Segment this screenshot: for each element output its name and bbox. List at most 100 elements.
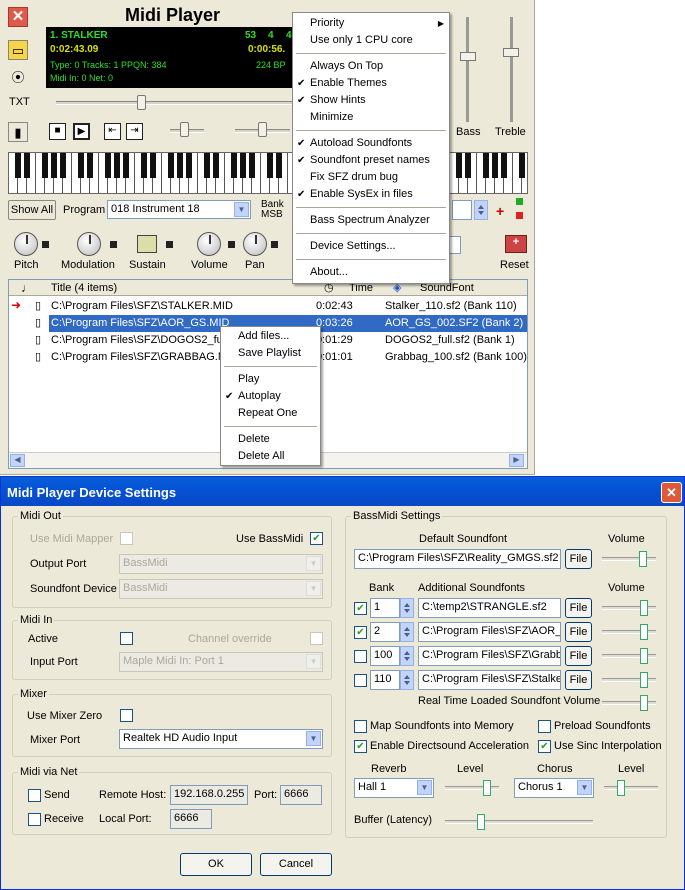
soundfont-volume-slider[interactable]: [602, 672, 656, 688]
menu-item-enable-themes[interactable]: ✔ Enable Themes: [293, 75, 449, 92]
folder-icon[interactable]: ▭: [8, 40, 28, 60]
menu-item-priority[interactable]: Priority ▶: [293, 15, 449, 32]
midi-plug-icon[interactable]: ⦿: [8, 68, 28, 88]
black-key[interactable]: [24, 153, 30, 178]
black-key[interactable]: [141, 153, 147, 178]
pitch-knob[interactable]: [14, 232, 38, 256]
buffer-slider[interactable]: [445, 814, 593, 830]
file-button[interactable]: File: [565, 622, 592, 642]
default-file-button[interactable]: File: [565, 549, 592, 569]
black-key[interactable]: [249, 153, 255, 178]
remote-host-field[interactable]: 192.168.0.255: [170, 785, 248, 805]
bank-field[interactable]: 1: [370, 598, 400, 618]
menu-item-cpu-core[interactable]: Use only 1 CPU core: [293, 32, 449, 49]
black-key[interactable]: [519, 153, 525, 178]
slider-thumb[interactable]: [617, 780, 625, 796]
file-button[interactable]: File: [565, 598, 592, 618]
bass-thumb[interactable]: [460, 52, 476, 61]
file-button[interactable]: File: [565, 670, 592, 690]
black-key[interactable]: [51, 153, 57, 178]
soundfont-device-select[interactable]: BassMidi ▼: [119, 579, 323, 599]
volume-knob[interactable]: [197, 232, 221, 256]
default-soundfont-field[interactable]: C:\Program Files\SFZ\Reality_GMGS.sf2: [354, 549, 561, 569]
soundfont-checkbox[interactable]: ✔: [354, 626, 367, 639]
black-key[interactable]: [186, 153, 192, 178]
black-key[interactable]: [105, 153, 111, 178]
slider-thumb[interactable]: [640, 600, 648, 616]
use-bassmidi-checkbox[interactable]: ✔: [310, 532, 323, 545]
chorus-level-slider[interactable]: [604, 780, 658, 796]
menu-item-autoplay[interactable]: ✔ Autoplay: [221, 388, 320, 405]
menu-item-sysex[interactable]: ✔ Enable SysEx in files: [293, 186, 449, 203]
cancel-button[interactable]: Cancel: [260, 853, 332, 876]
reset-icon[interactable]: +: [505, 235, 527, 253]
pan-knob[interactable]: [243, 232, 267, 256]
reverb-level-slider[interactable]: [445, 780, 499, 796]
black-key[interactable]: [60, 153, 66, 178]
reverb-select[interactable]: Hall 1 ▼: [354, 778, 434, 798]
soundfont-volume-slider[interactable]: [602, 624, 656, 640]
soundfont-volume-slider[interactable]: [602, 648, 656, 664]
soundfont-checkbox[interactable]: [354, 674, 367, 687]
black-key[interactable]: [276, 153, 282, 178]
slider-thumb[interactable]: [640, 648, 648, 664]
black-key[interactable]: [168, 153, 174, 178]
ok-button[interactable]: OK: [180, 853, 252, 876]
black-key[interactable]: [456, 153, 462, 178]
piano-keyboard[interactable]: [8, 152, 528, 194]
menu-item-minimize[interactable]: Minimize: [293, 109, 449, 126]
bank-field[interactable]: 2: [370, 622, 400, 642]
menu-item-save-playlist[interactable]: Save Playlist: [221, 345, 320, 362]
map-memory-checkbox[interactable]: [354, 720, 367, 733]
bank-field[interactable]: 100: [370, 646, 400, 666]
soundfont-path-field[interactable]: C:\Program Files\SFZ\Stalke: [418, 670, 561, 690]
menu-item-preset-names[interactable]: ✔ Soundfont preset names: [293, 152, 449, 169]
file-button[interactable]: File: [565, 646, 592, 666]
close-icon[interactable]: ✕: [661, 482, 682, 503]
menu-item-about[interactable]: About...: [293, 264, 449, 281]
menu-item-delete[interactable]: Delete: [221, 431, 320, 448]
table-row[interactable]: ▯ C:\Program Files\SFZ\STALKER.MID 0:02:…: [9, 298, 527, 315]
menu-item-device-settings[interactable]: Device Settings...: [293, 238, 449, 255]
bank-spinner[interactable]: [400, 670, 414, 690]
menu-item-play[interactable]: Play: [221, 371, 320, 388]
bank-spinner[interactable]: [400, 598, 414, 618]
sinc-checkbox[interactable]: ✔: [538, 740, 551, 753]
use-midi-mapper-checkbox[interactable]: [120, 532, 133, 545]
black-key[interactable]: [150, 153, 156, 178]
black-key[interactable]: [177, 153, 183, 178]
soundfont-path-field[interactable]: C:\Program Files\SFZ\AOR_: [418, 622, 561, 642]
program-select[interactable]: 018 Instrument 18 ▼: [107, 200, 251, 219]
black-key[interactable]: [204, 153, 210, 178]
modulation-knob[interactable]: [77, 232, 101, 256]
slider-thumb[interactable]: [477, 814, 485, 830]
black-key[interactable]: [240, 153, 246, 178]
slider-thumb[interactable]: [483, 780, 491, 796]
show-all-button[interactable]: Show All: [8, 200, 56, 220]
output-port-select[interactable]: BassMidi ▼: [119, 554, 323, 574]
close-icon[interactable]: ✕: [8, 7, 28, 27]
bank-spinner[interactable]: [400, 622, 414, 642]
soundfont-path-field[interactable]: C:\temp2\STRANGLE.sf2: [418, 598, 561, 618]
bass-slider[interactable]: [466, 17, 469, 122]
position-thumb[interactable]: [137, 95, 146, 110]
bank-field[interactable]: 110: [370, 670, 400, 690]
black-key[interactable]: [231, 153, 237, 178]
directsound-checkbox[interactable]: ✔: [354, 740, 367, 753]
volume-thumb[interactable]: [258, 122, 267, 137]
input-port-select[interactable]: Maple Midi In: Port 1 ▼: [119, 652, 323, 672]
active-checkbox[interactable]: [120, 632, 133, 645]
menu-item-always-on-top[interactable]: Always On Top: [293, 58, 449, 75]
menu-item-delete-all[interactable]: Delete All: [221, 448, 320, 465]
use-mixer-zero-checkbox[interactable]: [120, 709, 133, 722]
default-volume-slider[interactable]: [602, 551, 656, 567]
txt-button[interactable]: TXT: [9, 96, 30, 108]
value-field[interactable]: [449, 236, 461, 254]
black-key[interactable]: [78, 153, 84, 178]
black-key[interactable]: [492, 153, 498, 178]
reset-label[interactable]: Reset: [500, 259, 529, 271]
sustain-pedal-icon[interactable]: [137, 235, 157, 253]
treble-slider[interactable]: [510, 17, 513, 122]
black-key[interactable]: [123, 153, 129, 178]
mixer-port-select[interactable]: Realtek HD Audio Input ▼: [119, 729, 323, 749]
